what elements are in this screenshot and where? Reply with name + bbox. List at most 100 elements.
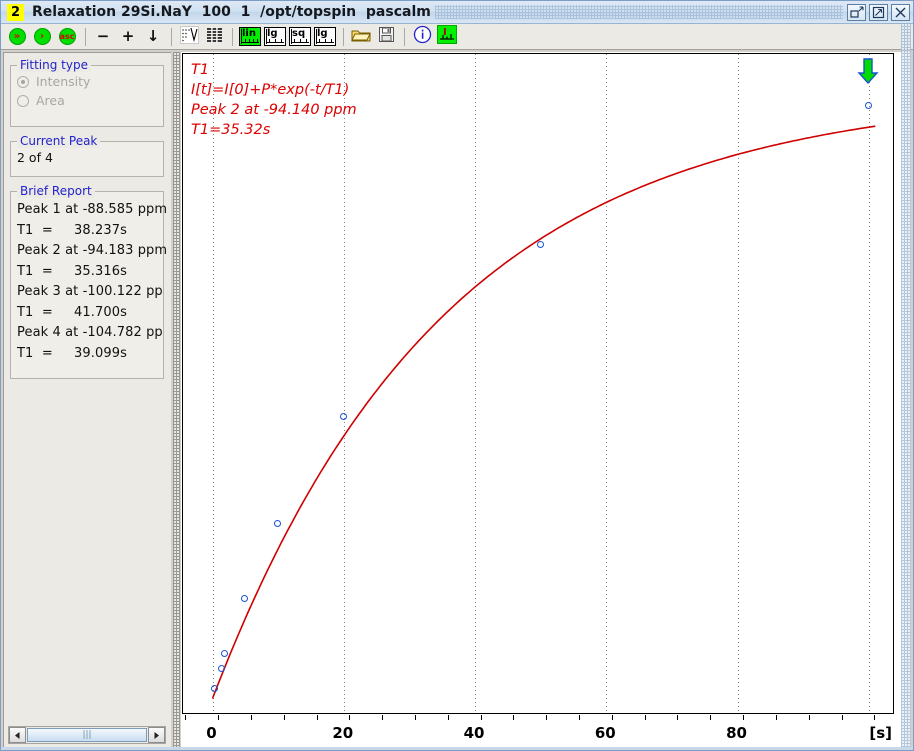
x-tick-minor [317, 715, 318, 720]
down-button[interactable]: ↓ [141, 26, 165, 48]
t1-analysis-icon: I [437, 25, 457, 48]
radio-intensity-label: Intensity [36, 74, 91, 89]
save-button[interactable] [374, 26, 398, 48]
floppy-save-icon [378, 26, 395, 47]
report-line: Peak 3 at -100.122 pp [17, 284, 163, 299]
panel-horizontal-scrollbar[interactable] [8, 726, 166, 744]
t1-analysis-button[interactable]: I [435, 25, 459, 48]
scroll-left-button[interactable] [9, 727, 26, 743]
window-right-scroll-strip[interactable] [901, 24, 911, 750]
x-tick-minor [776, 715, 777, 720]
toolbar-separator [232, 27, 233, 46]
x-tick-label: 20 [332, 724, 354, 742]
fit-annotation: T1 I[t]=I[0]+P*exp(-t/T1) Peak 2 at -94.… [191, 62, 357, 138]
radio-area[interactable]: Area [17, 91, 157, 110]
data-point[interactable] [273, 519, 281, 527]
x-tick-minor [710, 715, 711, 720]
report-line: T1 = 41.700s [17, 304, 127, 320]
data-point[interactable] [864, 102, 872, 110]
data-point[interactable] [340, 412, 348, 420]
axis-sq-button[interactable]: sq [288, 26, 312, 48]
scatter-fit-button[interactable] [177, 25, 201, 48]
axis-lin-button[interactable]: lin [238, 26, 262, 48]
minus-icon: − [96, 27, 110, 45]
axis-scale-lg2-icon: lg [314, 27, 336, 46]
x-tick-minor [349, 715, 350, 720]
x-tick-minor [185, 715, 186, 720]
asc-button[interactable]: asc [55, 26, 79, 48]
folder-icon [351, 27, 371, 47]
x-tick-minor [284, 715, 285, 720]
x-tick-label: 80 [726, 724, 747, 742]
axis-scale-lg-icon: lg [264, 27, 286, 46]
report-line: Peak 2 at -94.183 ppm [17, 243, 166, 258]
data-point[interactable] [217, 665, 225, 673]
x-tick-label: 40 [463, 724, 485, 742]
x-tick-minor [874, 715, 875, 720]
axis-scale-lin-icon: lin [239, 27, 261, 46]
brief-report-group: Brief Report Peak 1 at -88.585 ppm T1 = … [10, 184, 166, 379]
scroll-thumb[interactable] [27, 728, 147, 742]
axis-scale-sq-icon: sq [289, 27, 311, 46]
left-control-panel: Fitting type Intensity Area Current Peak… [3, 52, 171, 749]
x-tick-minor [448, 715, 449, 720]
report-line: T1 = 35.316s [17, 263, 127, 279]
maximize-button[interactable] [869, 3, 888, 21]
open-folder-button[interactable] [349, 26, 373, 48]
relaxation-plot-area: T1 I[t]=I[0]+P*exp(-t/T1) Peak 2 at -94.… [181, 52, 911, 749]
radio-area-label: Area [36, 93, 65, 108]
x-tick-label: 60 [594, 724, 616, 742]
green-down-arrow-icon[interactable] [857, 58, 879, 90]
current-peak-value: 2 of 4 [17, 150, 53, 165]
asc-icon: asc [58, 28, 76, 45]
x-tick-label: 0 [206, 724, 217, 742]
axis-lg-button[interactable]: lg [263, 26, 287, 48]
x-tick-minor [645, 715, 646, 720]
toolbar-separator [85, 27, 86, 46]
axis-lg2-button[interactable]: lg [313, 26, 337, 48]
double-chevron-right-icon: » [8, 28, 26, 45]
panel-splitter[interactable] [173, 52, 180, 749]
list-icon [205, 26, 224, 48]
window-title: Relaxation 29Si.NaY 100 1 /opt/topspin p… [32, 4, 431, 20]
report-line: T1 = 39.099s [17, 345, 127, 361]
main-toolbar: » › asc − + ↓ lin lg sq lg I [1, 24, 913, 50]
x-tick-minor [579, 715, 580, 720]
plus-button[interactable]: + [116, 26, 140, 48]
report-line: T1 = 38.237s [17, 222, 127, 238]
window-badge: 2 [7, 3, 24, 21]
current-peak-title: Current Peak [17, 134, 101, 148]
toolbar-separator [343, 27, 344, 46]
scroll-right-button[interactable] [148, 727, 165, 743]
x-tick-minor [481, 715, 482, 720]
current-peak-group: Current Peak 2 of 4 [10, 134, 164, 177]
info-button[interactable] [410, 25, 434, 48]
x-tick-minor [743, 715, 744, 720]
close-button[interactable] [891, 3, 910, 21]
toolbar-separator [404, 27, 405, 46]
x-tick-minor [809, 715, 810, 720]
restore-button[interactable] [847, 3, 866, 21]
radio-intensity[interactable]: Intensity [17, 72, 157, 91]
minus-button[interactable]: − [91, 26, 115, 48]
x-tick-minor [513, 715, 514, 720]
x-axis: 0 20 40 60 80 [s] [182, 715, 894, 749]
x-tick-minor [251, 715, 252, 720]
data-point[interactable] [240, 594, 248, 602]
radio-icon-selected [17, 75, 29, 88]
plot-frame[interactable]: T1 I[t]=I[0]+P*exp(-t/T1) Peak 2 at -94.… [182, 53, 894, 714]
report-line: Peak 4 at -104.782 pp [17, 325, 163, 340]
x-tick-minor [546, 715, 547, 720]
x-tick-minor [842, 715, 843, 720]
next-button[interactable]: › [30, 26, 54, 48]
fast-forward-button[interactable]: » [5, 26, 29, 48]
fit-curve [211, 125, 876, 699]
brief-report-title: Brief Report [17, 184, 95, 198]
panel-content: Fitting type Intensity Area Current Peak… [8, 55, 166, 722]
plus-icon: + [121, 27, 135, 45]
x-tick-minor [612, 715, 613, 720]
list-view-button[interactable] [202, 26, 226, 48]
fitting-type-group: Fitting type Intensity Area [10, 58, 164, 127]
toolbar-separator [171, 27, 172, 46]
x-tick-minor [415, 715, 416, 720]
